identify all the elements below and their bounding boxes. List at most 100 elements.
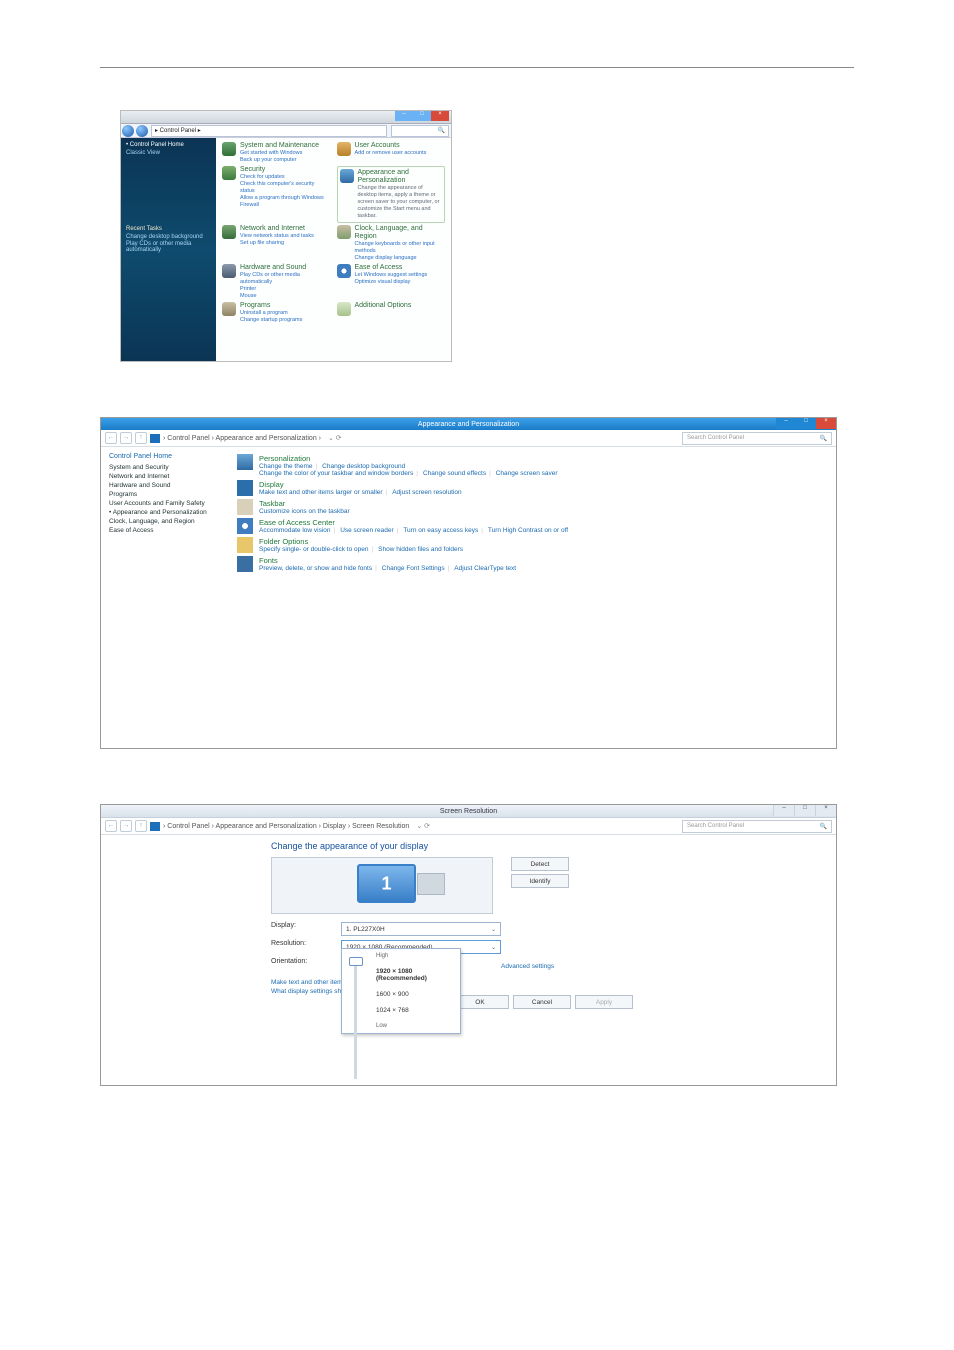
category-link[interactable]: Change startup programs xyxy=(240,317,302,324)
group-link[interactable]: Turn High Contrast on or off xyxy=(488,527,568,534)
category-link[interactable]: Allow a program through Windows Firewall xyxy=(240,195,331,209)
group-link[interactable]: Change the theme xyxy=(259,463,312,470)
slider-thumb[interactable] xyxy=(349,957,363,966)
sidebar-item[interactable]: User Accounts and Family Safety xyxy=(109,500,223,507)
group-link[interactable]: Accommodate low vision xyxy=(259,527,331,534)
category-title[interactable]: Ease of Access xyxy=(355,264,428,272)
nav-back-icon[interactable] xyxy=(122,125,134,137)
group-link[interactable]: Make text and other items larger or smal… xyxy=(259,489,383,496)
category-link[interactable]: Set up file sharing xyxy=(240,240,314,247)
sidebar-item[interactable]: Hardware and Sound xyxy=(109,482,223,489)
category-link[interactable]: Play CDs or other media automatically xyxy=(240,272,331,286)
group-title[interactable]: Taskbar xyxy=(259,499,350,508)
group-link[interactable]: Change desktop background xyxy=(322,463,405,470)
category-user-accounts[interactable]: User Accounts Add or remove user account… xyxy=(337,142,446,164)
breadcrumb-dropdown-icon[interactable]: ⌄ ⟳ xyxy=(324,434,346,442)
sidebar-home[interactable]: Control Panel Home xyxy=(109,453,223,460)
breadcrumb[interactable]: › Control Panel › Appearance and Persona… xyxy=(163,823,409,830)
group-link[interactable]: Use screen reader xyxy=(340,527,393,534)
sidebar-item[interactable]: System and Security xyxy=(109,464,223,471)
category-appearance[interactable]: Appearance and Personalization Change th… xyxy=(337,166,446,223)
detect-button[interactable]: Detect xyxy=(511,857,569,871)
group-link[interactable]: Specify single- or double-click to open xyxy=(259,546,368,553)
category-title[interactable]: System and Maintenance xyxy=(240,142,319,150)
breadcrumb[interactable]: › Control Panel › Appearance and Persona… xyxy=(163,435,321,442)
category-title[interactable]: Network and Internet xyxy=(240,225,314,233)
group-title[interactable]: Personalization xyxy=(259,454,558,463)
category-programs[interactable]: Programs Uninstall a program Change star… xyxy=(222,302,331,324)
category-link[interactable]: Check this computer's security status xyxy=(240,181,331,195)
group-link[interactable]: Show hidden files and folders xyxy=(378,546,463,553)
breadcrumb[interactable]: ▸ Control Panel ▸ xyxy=(151,125,387,137)
sidebar-item[interactable]: Network and Internet xyxy=(109,473,223,480)
category-security[interactable]: Security Check for updates Check this co… xyxy=(222,166,331,223)
category-title[interactable]: Programs xyxy=(240,302,302,310)
maximize-button[interactable]: □ xyxy=(794,805,815,816)
sidebar-classic-view[interactable]: Classic View xyxy=(126,150,211,156)
category-title[interactable]: Security xyxy=(240,166,331,174)
sidebar-item-current[interactable]: Appearance and Personalization xyxy=(109,509,223,516)
group-title[interactable]: Ease of Access Center xyxy=(259,518,568,527)
resolution-option[interactable]: 1600 × 900 xyxy=(376,991,455,998)
maximize-button[interactable]: □ xyxy=(796,418,816,429)
group-link[interactable]: Adjust screen resolution xyxy=(392,489,461,496)
sidebar-item[interactable]: Ease of Access xyxy=(109,527,223,534)
category-link[interactable]: View network status and tasks xyxy=(240,233,314,240)
group-link[interactable]: Change Font Settings xyxy=(382,565,445,572)
category-title[interactable]: Additional Options xyxy=(355,302,412,310)
minimize-button[interactable]: – xyxy=(773,805,794,816)
close-button[interactable]: × xyxy=(816,418,836,429)
resolution-option[interactable]: 1024 × 768 xyxy=(376,1007,455,1014)
category-title[interactable]: User Accounts xyxy=(355,142,427,150)
minimize-button[interactable]: – xyxy=(776,418,796,429)
slider-track[interactable] xyxy=(354,959,357,1079)
category-clock[interactable]: Clock, Language, and Region Change keybo… xyxy=(337,225,446,262)
apply-button[interactable]: Apply xyxy=(575,995,633,1009)
category-system[interactable]: System and Maintenance Get started with … xyxy=(222,142,331,164)
close-button[interactable]: × xyxy=(815,805,836,816)
nav-up-icon[interactable]: ↑ xyxy=(135,432,147,444)
nav-up-icon[interactable]: ↑ xyxy=(135,820,147,832)
resolution-popup[interactable]: High 1920 × 1080 (Recommended) 1600 × 90… xyxy=(341,948,461,1034)
category-link[interactable]: Back up your computer xyxy=(240,157,319,164)
group-link[interactable]: Adjust ClearType text xyxy=(454,565,516,572)
group-link[interactable]: Change sound effects xyxy=(423,470,486,477)
sidebar-item[interactable]: Clock, Language, and Region xyxy=(109,518,223,525)
category-ease-of-access[interactable]: Ease of Access Let Windows suggest setti… xyxy=(337,264,446,300)
group-link[interactable]: Preview, delete, or show and hide fonts xyxy=(259,565,372,572)
monitor-1-icon[interactable] xyxy=(357,864,416,903)
minimize-button[interactable]: – xyxy=(395,111,413,121)
nav-forward-icon[interactable] xyxy=(136,125,148,137)
search-input[interactable]: 🔍 xyxy=(391,125,449,137)
breadcrumb-dropdown-icon[interactable]: ⌄ ⟳ xyxy=(412,822,434,830)
maximize-button[interactable]: □ xyxy=(413,111,431,121)
group-title[interactable]: Fonts xyxy=(259,556,516,565)
group-link[interactable]: Change screen saver xyxy=(496,470,558,477)
group-title[interactable]: Display xyxy=(259,480,462,489)
category-link[interactable]: Check for updates xyxy=(240,174,331,181)
category-link[interactable]: Change display language xyxy=(355,255,446,262)
group-link[interactable]: Turn on easy access keys xyxy=(403,527,478,534)
recent-task[interactable]: Play CDs or other media automatically xyxy=(126,241,211,253)
nav-forward-icon[interactable]: → xyxy=(120,820,132,832)
category-additional[interactable]: Additional Options xyxy=(337,302,446,324)
category-link[interactable]: Mouse xyxy=(240,293,331,300)
category-link[interactable]: Printer xyxy=(240,286,331,293)
advanced-settings-link[interactable]: Advanced settings xyxy=(501,963,554,970)
nav-forward-icon[interactable]: → xyxy=(120,432,132,444)
search-input[interactable]: Search Control Panel 🔍 xyxy=(682,820,832,833)
category-title[interactable]: Clock, Language, and Region xyxy=(355,225,446,241)
group-title[interactable]: Folder Options xyxy=(259,537,463,546)
resolution-option[interactable]: 1920 × 1080 (Recommended) xyxy=(376,968,455,982)
close-button[interactable]: × xyxy=(431,111,449,121)
sidebar-home[interactable]: Control Panel Home xyxy=(126,142,211,148)
display-dropdown[interactable]: 1. PL227X0H⌄ xyxy=(341,922,501,936)
category-hardware[interactable]: Hardware and Sound Play CDs or other med… xyxy=(222,264,331,300)
category-link[interactable]: Let Windows suggest settings xyxy=(355,272,428,279)
search-input[interactable]: Search Control Panel 🔍 xyxy=(682,432,832,445)
cancel-button[interactable]: Cancel xyxy=(513,995,571,1009)
nav-back-icon[interactable]: ← xyxy=(105,820,117,832)
identify-button[interactable]: Identify xyxy=(511,874,569,888)
category-title[interactable]: Hardware and Sound xyxy=(240,264,331,272)
group-link[interactable]: Customize icons on the taskbar xyxy=(259,508,350,515)
